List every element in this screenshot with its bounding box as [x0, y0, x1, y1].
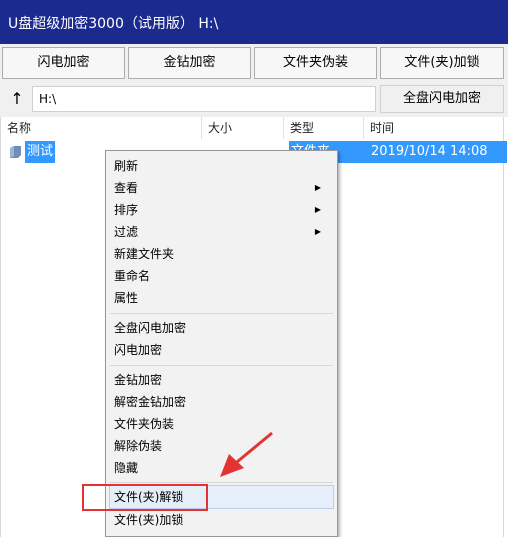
toolbar: 闪电加密 金钻加密 文件夹伪装 文件(夹)加锁	[0, 44, 508, 82]
folder-lock-button[interactable]: 文件(夹)加锁	[380, 47, 504, 79]
menu-separator	[110, 365, 333, 366]
menu-item-properties[interactable]: 属性	[114, 287, 138, 309]
submenu-arrow-icon: ▶	[314, 205, 321, 214]
menu-item-refresh[interactable]: 刷新	[114, 155, 138, 177]
window-title: U盘超级加密3000（试用版） H:\	[8, 16, 219, 32]
menu-item-filter-label: 过滤	[114, 225, 139, 239]
menu-item-sort-label: 排序	[114, 203, 139, 217]
menu-item-folder-lock[interactable]: 文件(夹)加锁	[114, 509, 183, 531]
folder-disguise-button[interactable]: 文件夹伪装	[254, 47, 377, 79]
menu-item-full-disk-flash[interactable]: 全盘闪电加密	[114, 317, 186, 339]
folder-icon	[10, 146, 21, 158]
menu-item-sort[interactable]: 排序 ▶	[114, 199, 329, 221]
column-header-size[interactable]: 大小	[202, 117, 284, 139]
menu-separator	[110, 482, 333, 483]
title-bar: U盘超级加密3000（试用版） H:\	[0, 0, 508, 44]
full-disk-flash-button[interactable]: 全盘闪电加密	[380, 85, 504, 113]
submenu-arrow-icon: ▶	[314, 183, 321, 192]
context-menu: 刷新 查看 ▶ 排序 ▶ 过滤 ▶ 新建文件夹 重命名 属性 全盘闪电加密 闪电…	[105, 150, 338, 537]
annotation-highlight-box	[82, 484, 208, 511]
menu-item-flash-encrypt[interactable]: 闪电加密	[114, 339, 162, 361]
menu-item-view-label: 查看	[114, 181, 139, 195]
column-header-time[interactable]: 时间	[364, 117, 504, 139]
path-bar: ↑ H:\ 全盘闪电加密	[0, 82, 508, 117]
menu-item-folder-disguise[interactable]: 文件夹伪装	[114, 413, 174, 435]
diamond-encrypt-button[interactable]: 金钻加密	[128, 47, 251, 79]
menu-item-diamond-decrypt[interactable]: 解密金钻加密	[114, 391, 186, 413]
up-arrow-icon[interactable]: ↑	[4, 86, 30, 112]
file-time: 2019/10/14 14:08	[365, 141, 507, 163]
menu-item-new-folder[interactable]: 新建文件夹	[114, 243, 174, 265]
file-name[interactable]: 测试	[25, 141, 56, 163]
menu-item-view[interactable]: 查看 ▶	[114, 177, 329, 199]
submenu-arrow-icon: ▶	[314, 227, 321, 236]
column-header-type[interactable]: 类型	[284, 117, 364, 139]
flash-encrypt-button[interactable]: 闪电加密	[2, 47, 125, 79]
menu-item-filter[interactable]: 过滤 ▶	[114, 221, 329, 243]
column-header-name[interactable]: 名称	[1, 117, 202, 139]
menu-item-hide[interactable]: 隐藏	[114, 457, 138, 479]
path-input[interactable]: H:\	[32, 86, 376, 112]
menu-separator	[110, 313, 333, 314]
menu-item-rename[interactable]: 重命名	[114, 265, 150, 287]
menu-item-remove-disguise[interactable]: 解除伪装	[114, 435, 162, 457]
menu-item-diamond-encrypt[interactable]: 金钻加密	[114, 369, 162, 391]
